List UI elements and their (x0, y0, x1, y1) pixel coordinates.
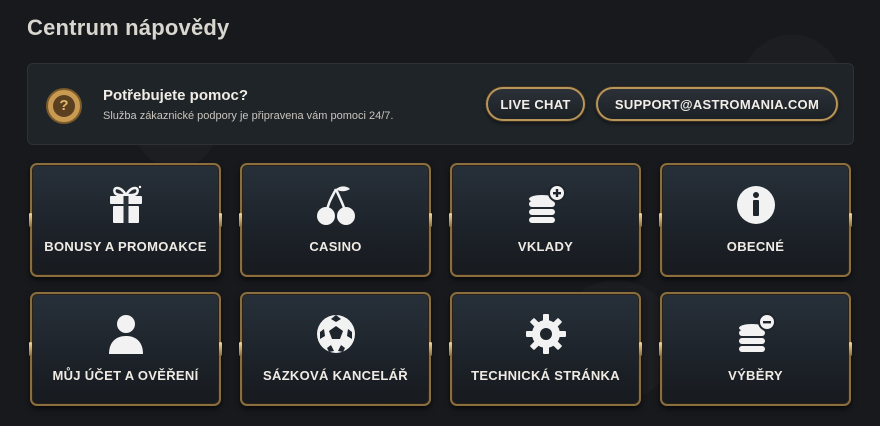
category-card-deposits[interactable]: VKLADY (449, 163, 642, 277)
category-label: MŮJ ÚČET A OVĚŘENÍ (52, 368, 199, 383)
soccer-ball-icon (242, 312, 429, 356)
page-title: Centrum nápovědy (27, 15, 230, 40)
category-label: VÝBĚRY (728, 368, 783, 383)
info-icon (662, 183, 849, 227)
gift-icon (32, 183, 219, 227)
category-label: TECHNICKÁ STRÁNKA (471, 368, 620, 383)
category-card-general[interactable]: OBECNÉ (659, 163, 852, 277)
category-label: OBECNÉ (726, 239, 785, 254)
category-card-withdrawals[interactable]: VÝBĚRY (659, 292, 852, 406)
help-subtitle: Služba zákaznické podpory je připravena … (103, 110, 394, 122)
live-chat-button[interactable]: LIVE CHAT (486, 87, 585, 121)
category-card-account[interactable]: MŮJ ÚČET A OVĚŘENÍ (29, 292, 222, 406)
category-card-technical[interactable]: TECHNICKÁ STRÁNKA (449, 292, 642, 406)
question-icon: ? (46, 88, 82, 124)
category-label: VKLADY (517, 239, 574, 254)
help-title: Potřebujete pomoc? (103, 87, 249, 104)
support-email-button[interactable]: SUPPORT@ASTROMANIA.COM (596, 87, 838, 121)
cherries-icon (242, 183, 429, 227)
gear-icon (452, 312, 639, 356)
category-card-sportsbook[interactable]: SÁZKOVÁ KANCELÁŘ (239, 292, 432, 406)
category-card-casino[interactable]: CASINO (239, 163, 432, 277)
coins-plus-icon (452, 183, 639, 227)
category-label: SÁZKOVÁ KANCELÁŘ (263, 368, 408, 383)
user-icon (32, 312, 219, 356)
category-card-bonuses[interactable]: BONUSY A PROMOAKCE (29, 163, 222, 277)
help-banner: ? Potřebujete pomoc? Služba zákaznické p… (27, 63, 854, 145)
category-label: CASINO (309, 239, 362, 254)
category-label: BONUSY A PROMOAKCE (44, 239, 207, 254)
coins-minus-icon (662, 312, 849, 356)
